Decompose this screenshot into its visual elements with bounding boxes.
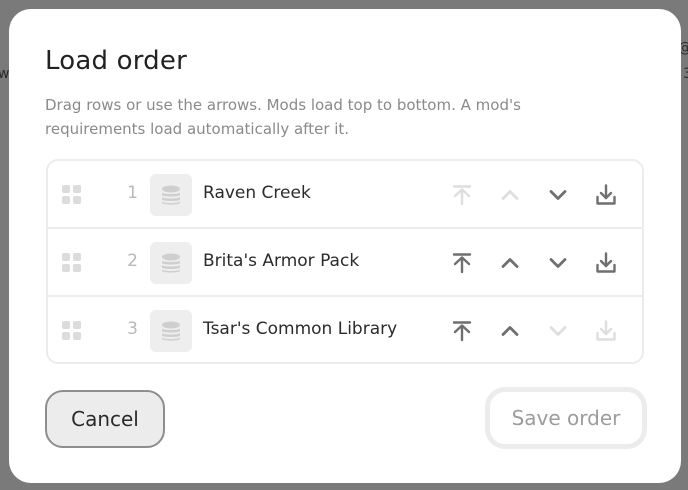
mod-position: 1 <box>127 183 138 203</box>
mod-name: Raven Creek <box>203 183 311 203</box>
move-to-top-icon <box>452 185 472 206</box>
mod-position: 3 <box>127 319 138 339</box>
cancel-button[interactable]: Cancel <box>45 390 165 448</box>
mod-name: Tsar's Common Library <box>203 319 398 339</box>
move-up-button[interactable] <box>494 315 526 347</box>
mod-position: 2 <box>127 251 138 271</box>
mod-row[interactable]: 3 Tsar's Common Library <box>48 297 642 362</box>
move-to-top-icon <box>452 321 472 342</box>
move-to-bottom-button[interactable] <box>590 315 622 347</box>
stack-layers-icon <box>150 310 192 352</box>
chevron-up-icon <box>501 326 519 336</box>
move-to-top-button[interactable] <box>446 179 478 211</box>
move-to-bottom-button[interactable] <box>590 247 622 279</box>
move-to-bottom-icon <box>596 252 616 273</box>
move-up-button[interactable] <box>494 247 526 279</box>
move-down-button[interactable] <box>542 179 574 211</box>
drag-handle-icon[interactable] <box>62 253 82 273</box>
load-order-dialog: Load order Drag rows or use the arrows. … <box>9 9 681 483</box>
move-to-bottom-button[interactable] <box>590 179 622 211</box>
move-to-top-button[interactable] <box>446 315 478 347</box>
stack-layers-icon <box>150 174 192 216</box>
mod-row[interactable]: 2 Brita's Armor Pack <box>48 229 642 297</box>
chevron-down-icon <box>549 190 567 200</box>
chevron-up-icon <box>501 258 519 268</box>
move-down-button[interactable] <box>542 247 574 279</box>
mod-row[interactable]: 1 Raven Creek <box>48 161 642 229</box>
mod-list: 1 Raven Creek 2 Brita's Armor Pack 3 Tsa… <box>46 159 644 364</box>
chevron-down-icon <box>549 258 567 268</box>
save-order-button[interactable]: Save order <box>485 387 647 449</box>
move-to-top-button[interactable] <box>446 247 478 279</box>
backdrop-text: 3 <box>683 66 688 82</box>
stack-layers-icon <box>150 242 192 284</box>
drag-handle-icon[interactable] <box>62 321 82 341</box>
dialog-title: Load order <box>45 46 187 76</box>
mod-name: Brita's Armor Pack <box>203 251 360 271</box>
dialog-description: Drag rows or use the arrows. Mods load t… <box>45 96 521 138</box>
move-to-top-icon <box>452 253 472 274</box>
move-to-bottom-icon <box>596 320 616 341</box>
chevron-up-icon <box>501 190 519 200</box>
move-to-bottom-icon <box>596 184 616 205</box>
move-down-button[interactable] <box>542 315 574 347</box>
move-up-button[interactable] <box>494 179 526 211</box>
drag-handle-icon[interactable] <box>62 185 82 205</box>
chevron-down-icon <box>549 326 567 336</box>
